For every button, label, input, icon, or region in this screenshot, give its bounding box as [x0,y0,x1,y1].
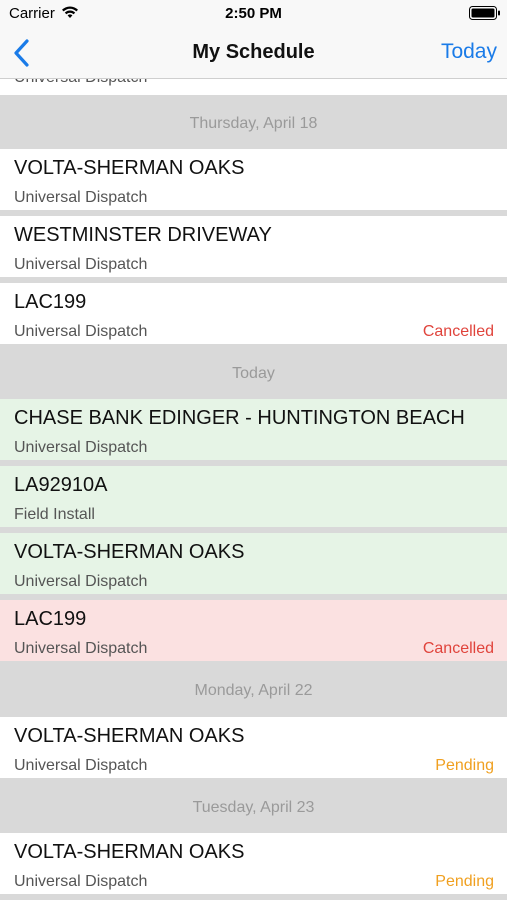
row-title: VOLTA-SHERMAN OAKS [14,157,245,179]
row-subtitle: Field Install [14,506,95,523]
row-title: LAC199 [14,291,87,313]
battery-icon [469,6,500,20]
row-subtitle: Universal Dispatch [14,873,148,890]
section-header: Tuesday, April 23 [192,799,315,816]
row-subtitle: Universal Dispatch [14,640,148,657]
schedule-list[interactable]: Universal Dispatch Thursday, April 18 VO… [0,79,507,900]
status-cancelled: Cancelled [422,323,494,340]
list-item[interactable]: LA92910A Field Install [0,466,507,527]
row-subtitle: Universal Dispatch [14,573,148,590]
status-cancelled: Cancelled [422,640,494,657]
row-title: VOLTA-SHERMAN OAKS [14,725,245,747]
status-pending: Pending [435,873,494,890]
row-title: LAC199 [14,608,87,630]
list-item[interactable]: CHASE BANK EDINGER - HUNTINGTON BEACH Un… [0,399,507,460]
section-header: Monday, April 22 [194,682,313,699]
list-item[interactable]: VOLTA-SHERMAN OAKS Universal Dispatch Pe… [0,833,507,894]
row-title: LA92910A [14,474,108,496]
row-subtitle: Universal Dispatch [14,79,147,87]
row-subtitle: Universal Dispatch [14,757,148,774]
row-title: VOLTA-SHERMAN OAKS [14,541,245,563]
row-subtitle: Universal Dispatch [14,439,148,456]
page-title: My Schedule [192,41,315,63]
row-subtitle: Universal Dispatch [14,323,148,340]
row-title: CHASE BANK EDINGER - HUNTINGTON BEACH [14,407,465,429]
today-button[interactable]: Today [441,40,497,64]
row-subtitle: Universal Dispatch [14,256,148,273]
back-button[interactable] [10,37,36,69]
section-header: Today [232,365,275,382]
row-subtitle: Universal Dispatch [14,189,148,206]
status-pending: Pending [435,757,494,774]
status-bar: Carrier 2:50 PM [0,0,507,28]
list-item[interactable]: LAC199 Universal Dispatch Cancelled [0,600,507,661]
list-item[interactable]: Universal Dispatch [0,79,507,95]
status-time: 2:50 PM [225,5,282,22]
list-item[interactable]: VOLTA-SHERMAN OAKS Universal Dispatch Pe… [0,717,507,778]
section-header: Thursday, April 18 [189,115,318,132]
chevron-left-icon [14,39,29,67]
navigation-bar: My Schedule Today [0,28,507,79]
list-item[interactable]: VOLTA-SHERMAN OAKS Universal Dispatch [0,149,507,210]
list-item[interactable]: LAC199 Universal Dispatch Cancelled [0,283,507,344]
list-item[interactable]: VOLTA-SHERMAN OAKS Universal Dispatch [0,533,507,594]
list-item[interactable]: WESTMINSTER DRIVEWAY Universal Dispatch [0,216,507,277]
row-title: WESTMINSTER DRIVEWAY [14,224,272,246]
row-title: VOLTA-SHERMAN OAKS [14,841,245,863]
